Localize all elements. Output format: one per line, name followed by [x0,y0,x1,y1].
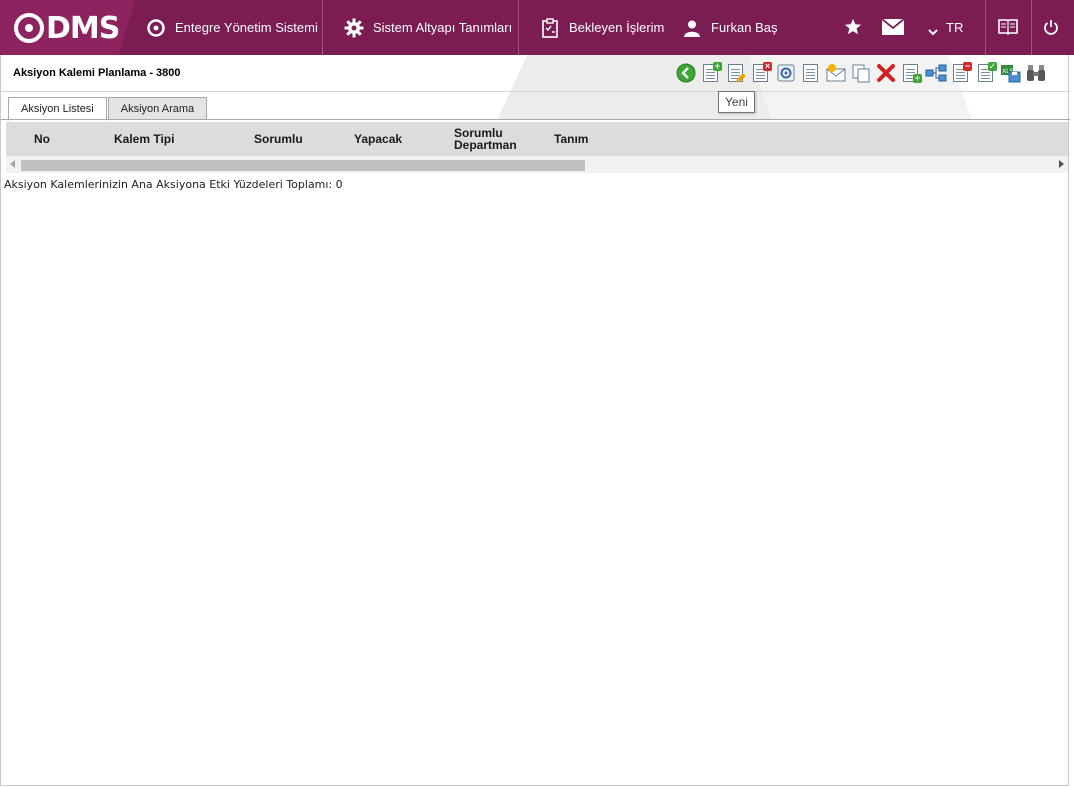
nav-item-bekleyen-islerim[interactable]: Bekleyen İşlerim [540,0,664,55]
send-mail-button[interactable] [825,62,847,84]
column-header-tanim[interactable]: Tanım [554,122,588,156]
chevron-down-icon [928,24,938,35]
nav-item-entegre-yonetim[interactable]: Entegre Yönetim Sistemi [146,0,318,55]
nav-item-label: Sistem Altyapı Tanımları [373,20,513,35]
new-record-button[interactable]: + [700,62,722,84]
column-header-yapacak[interactable]: Yapacak [354,122,402,156]
toolbar-tooltip: Yeni [718,91,755,113]
action-toolbar: + × + − ✓ XLS [675,62,1047,84]
user-name: Furkan Baş [711,20,778,35]
delete-record-button[interactable]: × [750,62,772,84]
tab-divider [1,119,1070,120]
impact-percentage-summary: Aksiyon Kalemlerinizin Ana Aksiyona Etki… [4,178,343,191]
nav-item-sistem-altyapi[interactable]: Sistem Altyapı Tanımları [344,0,512,55]
title-divider [1,91,1070,92]
column-header-sorumlu-departman[interactable]: Sorumlu Departman [454,122,534,156]
language-code: TR [946,20,964,35]
tab-aksiyon-arama[interactable]: Aksiyon Arama [107,97,208,120]
scroll-left-arrow-icon[interactable] [10,160,15,168]
cancel-button[interactable] [875,62,897,84]
edit-record-button[interactable] [725,62,747,84]
hierarchy-button[interactable] [925,62,947,84]
column-header-sorumlu[interactable]: Sorumlu [254,122,303,156]
manual-book-icon[interactable] [997,16,1019,38]
logo-text: DMS [46,10,120,46]
document-list-icon [803,64,818,82]
remove-row-button[interactable]: − [950,62,972,84]
nav-item-label: Entegre Yönetim Sistemi [175,20,318,35]
power-icon[interactable] [1040,16,1062,38]
tab-aksiyon-listesi[interactable]: Aksiyon Listesi [8,97,107,121]
copy-button[interactable] [850,62,872,84]
column-header-kalem-tipi[interactable]: Kalem Tipi [114,122,174,156]
qdms-logo[interactable]: DMS [14,10,120,46]
gear-icon [344,18,364,38]
nav-divider [985,0,986,55]
report-button[interactable] [800,62,822,84]
clipboard-icon [540,17,560,38]
user-icon [682,18,702,38]
horizontal-scrollbar[interactable] [6,156,1068,173]
add-row-button[interactable]: + [900,62,922,84]
settings-button[interactable] [775,62,797,84]
favorites-star-icon[interactable] [842,16,864,38]
content-panel: Aksiyon Kalemi Planlama - 3800 + × + − ✓… [0,55,1070,786]
top-navigation-bar: DMS Entegre Yönetim Sistemi Sistem Altya… [0,0,1074,55]
logo-q-icon [14,13,44,43]
nav-item-label: Bekleyen İşlerim [569,20,665,35]
nav-divider [322,0,323,55]
tab-bar: Aksiyon Listesi Aksiyon Arama [8,97,208,121]
scroll-right-arrow-icon[interactable] [1059,160,1064,168]
nav-item-user-furkan[interactable]: Furkan Baş [682,0,777,55]
grid-header: No Kalem Tipi Sorumlu Yapacak Sorumlu De… [6,122,1068,156]
nav-divider [1031,0,1032,55]
back-button[interactable] [675,62,697,84]
column-header-no[interactable]: No [34,122,50,156]
mail-icon[interactable] [882,16,904,38]
export-excel-button[interactable]: XLS [1000,62,1022,84]
approve-button[interactable]: ✓ [975,62,997,84]
language-selector[interactable]: TR [928,20,963,35]
nav-divider [518,0,519,55]
qdms-circle-icon [146,18,166,38]
page-title: Aksiyon Kalemi Planlama - 3800 [13,67,181,79]
search-binoculars-button[interactable] [1025,62,1047,84]
scrollbar-thumb[interactable] [21,160,585,171]
